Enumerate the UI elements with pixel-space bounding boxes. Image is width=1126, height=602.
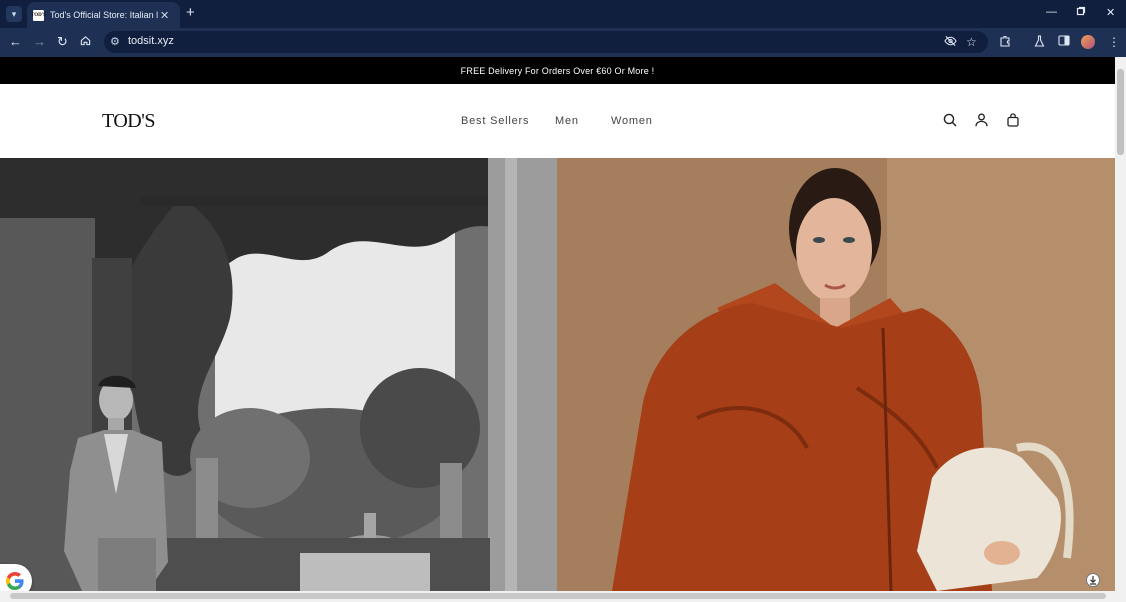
women-campaign-image[interactable]	[557, 158, 1115, 591]
home-icon[interactable]	[80, 34, 91, 50]
nav-women[interactable]: Women	[611, 115, 653, 127]
restore-icon[interactable]	[1076, 6, 1086, 19]
site-info-icon[interactable]: ⚙	[110, 35, 120, 48]
extensions-icon[interactable]	[999, 35, 1011, 50]
tab-list-icon[interactable]: ▾	[6, 6, 22, 22]
vertical-scrollbar[interactable]	[1115, 57, 1126, 591]
browser-toolbar: ← → ↻ ⚙ todsit.xyz ☆ ⋮	[0, 28, 1126, 57]
plus-icon[interactable]: +	[186, 5, 195, 21]
men-campaign-image[interactable]	[0, 158, 557, 591]
hero-banner[interactable]	[0, 158, 1115, 591]
back-icon[interactable]: ←	[9, 34, 22, 50]
scrollbar-thumb[interactable]	[1117, 69, 1124, 155]
star-icon[interactable]: ☆	[966, 35, 977, 49]
url-text[interactable]: todsit.xyz	[128, 35, 174, 47]
minimize-icon[interactable]: —	[1046, 6, 1057, 18]
search-icon[interactable]	[943, 113, 957, 132]
menu-dots-icon[interactable]: ⋮	[1108, 35, 1120, 49]
bag-icon[interactable]	[1007, 113, 1019, 132]
eye-off-icon[interactable]	[944, 35, 957, 50]
brand-logo[interactable]: TOD'S	[102, 110, 155, 133]
horizontal-scrollbar[interactable]	[0, 591, 1126, 602]
reload-icon[interactable]: ↻	[57, 34, 68, 50]
tab-title: Tod's Official Store: Italian luxury	[50, 10, 158, 20]
sidebar-icon[interactable]	[1058, 35, 1070, 49]
forward-icon[interactable]: →	[33, 34, 46, 50]
profile-avatar[interactable]	[1081, 35, 1095, 49]
download-arrow-icon[interactable]	[1086, 573, 1100, 592]
web-page: FREE Delivery For Orders Over €60 Or Mor…	[0, 57, 1115, 591]
close-icon[interactable]: ✕	[160, 9, 169, 22]
labs-icon[interactable]	[1034, 35, 1045, 50]
browser-tab-bar: ▾ TOD'S Tod's Official Store: Italian lu…	[0, 0, 1126, 28]
announcement-text: FREE Delivery For Orders Over €60 Or Mor…	[460, 65, 655, 76]
horizontal-scrollbar-thumb[interactable]	[10, 593, 1106, 599]
announcement-bar: FREE Delivery For Orders Over €60 Or Mor…	[0, 57, 1115, 84]
address-bar[interactable]: ⚙ todsit.xyz ☆	[104, 31, 988, 53]
window-close-icon[interactable]: ✕	[1106, 6, 1115, 19]
nav-best-sellers[interactable]: Best Sellers	[461, 115, 529, 127]
nav-men[interactable]: Men	[555, 115, 579, 127]
site-header: TOD'S Best Sellers Men Women	[0, 84, 1115, 158]
account-icon[interactable]	[975, 113, 988, 132]
browser-tab[interactable]: TOD'S Tod's Official Store: Italian luxu…	[27, 2, 180, 28]
tab-favicon: TOD'S	[31, 9, 46, 21]
